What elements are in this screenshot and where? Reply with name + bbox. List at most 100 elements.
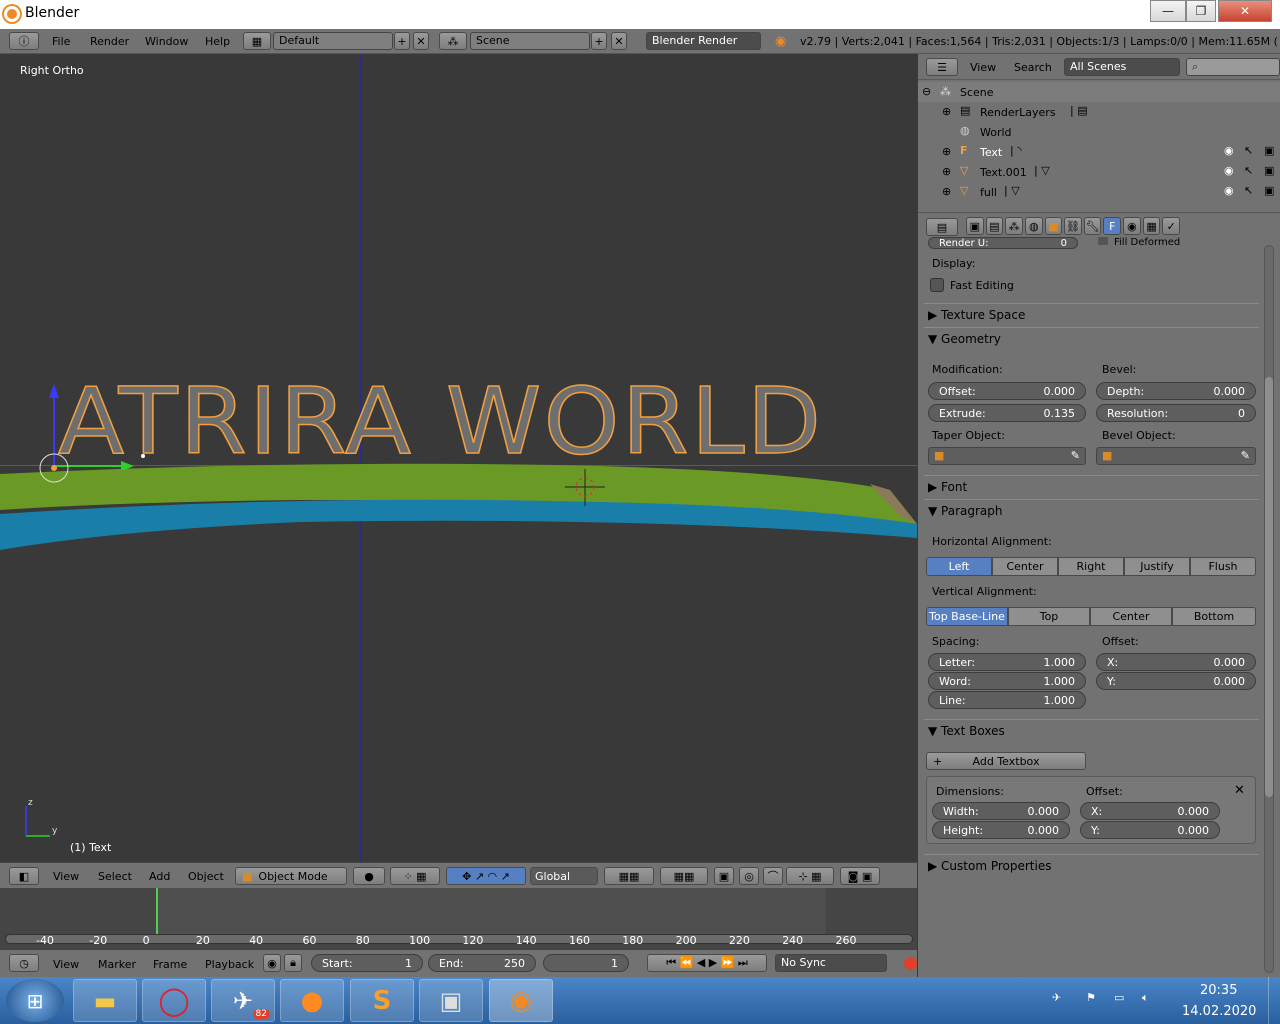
valign-top-button[interactable]: Top bbox=[1008, 607, 1090, 626]
tab-data[interactable]: F bbox=[1103, 217, 1122, 235]
editor-type-info-button[interactable]: ⓘ bbox=[9, 32, 39, 50]
resolution-field[interactable]: Resolution: 0 bbox=[1096, 404, 1256, 422]
valign-center-button[interactable]: Center bbox=[1090, 607, 1172, 626]
playback-menu[interactable]: Playback bbox=[205, 958, 254, 971]
halign-left-button[interactable]: Left bbox=[926, 557, 992, 576]
panel-texture-space[interactable]: ▶ Texture Space bbox=[924, 303, 1259, 325]
scene-remove-icon[interactable]: ✕ bbox=[611, 32, 627, 50]
show-desktop-button[interactable] bbox=[1268, 977, 1280, 1024]
add-menu[interactable]: Add bbox=[149, 870, 170, 883]
menu-help[interactable]: Help bbox=[205, 35, 230, 48]
outliner-row-full[interactable]: ⊕ ▽ full | ▽ ◉ ↖ ▣ bbox=[918, 182, 1280, 202]
outliner-row-text[interactable]: ⊕ F Text | ◝ ◉ ↖ ▣ bbox=[918, 142, 1280, 162]
outliner-search-input[interactable]: ⌕ bbox=[1186, 58, 1280, 76]
offset-y-field[interactable]: Y: 0.000 bbox=[1096, 672, 1256, 690]
textbox-y-field[interactable]: Y: 0.000 bbox=[1080, 821, 1220, 839]
editor-type-3d-button[interactable]: ◧ bbox=[9, 867, 39, 885]
3d-text-object[interactable]: ATRIRA WORLD bbox=[57, 375, 823, 469]
tab-physics[interactable]: ✓ bbox=[1162, 217, 1181, 235]
properties-scroll-thumb[interactable] bbox=[1265, 377, 1273, 797]
eyedropper-icon[interactable]: ✎ bbox=[1071, 449, 1080, 462]
taper-object-field[interactable]: ■ ✎ bbox=[928, 447, 1086, 465]
3d-viewport[interactable]: Right Ortho ATRIRA WORLD z y (1) Text bbox=[0, 54, 917, 862]
timeline-view-menu[interactable]: View bbox=[53, 958, 79, 971]
blender-taskbar-icon[interactable]: ◉ bbox=[489, 979, 553, 1022]
editor-type-outliner-button[interactable]: ☰ bbox=[926, 58, 958, 76]
valign-bottom-button[interactable]: Bottom bbox=[1172, 607, 1256, 626]
start-button[interactable]: ⊞ bbox=[6, 979, 64, 1022]
current-frame-field[interactable]: 1 bbox=[543, 954, 629, 972]
halign-justify-button[interactable]: Justify bbox=[1124, 557, 1190, 576]
tab-modifiers[interactable]: 🔧︎ bbox=[1083, 217, 1102, 235]
remove-textbox-icon[interactable]: ✕ bbox=[1234, 783, 1245, 798]
close-button[interactable]: ✕ bbox=[1218, 0, 1272, 22]
opera-icon[interactable]: ◯ bbox=[142, 979, 206, 1022]
view-menu[interactable]: View bbox=[53, 870, 79, 883]
tab-texture[interactable]: ▦ bbox=[1142, 217, 1161, 235]
playback-controls[interactable]: ⏮ ⏪ ◀ ▶ ⏩ ⏭ bbox=[647, 954, 767, 972]
menu-window[interactable]: Window bbox=[145, 35, 188, 48]
snap-target-icon[interactable]: ⊹ ▦ bbox=[786, 867, 834, 885]
panel-custom-properties[interactable]: ▶ Custom Properties bbox=[924, 854, 1259, 876]
proportional-edit-icon[interactable]: ◎ bbox=[739, 867, 759, 885]
outliner-view-menu[interactable]: View bbox=[970, 61, 996, 74]
textbox-width-field[interactable]: Width: 0.000 bbox=[932, 802, 1070, 820]
layout-grid-icon[interactable]: ▦ bbox=[243, 32, 271, 50]
sublime-text-icon[interactable]: S bbox=[350, 979, 414, 1022]
tab-constraints[interactable]: ⛓ bbox=[1064, 217, 1082, 235]
panel-text-boxes[interactable]: ▼ Text Boxes bbox=[924, 719, 1259, 741]
outliner-row-scene[interactable]: ⊖ ⁂ Scene bbox=[918, 82, 1280, 102]
pivot-select[interactable]: ⁘ ▦ bbox=[390, 867, 440, 885]
layers-grid-b[interactable]: ▦▦ bbox=[660, 867, 708, 885]
volume-tray-icon[interactable]: 🔈︎ bbox=[1142, 991, 1149, 1005]
visibility-eye-icon[interactable]: ◉ bbox=[1224, 164, 1234, 177]
panel-paragraph[interactable]: ▼ Paragraph bbox=[924, 499, 1259, 521]
flag-tray-icon[interactable]: ⚑ bbox=[1086, 991, 1096, 1004]
halign-flush-button[interactable]: Flush bbox=[1190, 557, 1256, 576]
tab-scene[interactable]: ⁂ bbox=[1005, 217, 1023, 235]
monitor-tray-icon[interactable]: ▭ bbox=[1114, 991, 1124, 1004]
lock-range-icon[interactable]: 🔒︎ bbox=[284, 954, 302, 972]
orientation-select[interactable]: Global bbox=[530, 867, 598, 885]
layout-name-field[interactable]: Default bbox=[273, 32, 393, 50]
tab-world[interactable]: ◍ bbox=[1024, 217, 1043, 235]
halign-center-button[interactable]: Center bbox=[992, 557, 1058, 576]
current-frame-line[interactable] bbox=[156, 888, 158, 934]
render-u-field[interactable]: Render U: 0 bbox=[928, 237, 1078, 249]
outliner-search-menu[interactable]: Search bbox=[1014, 61, 1052, 74]
scene-add-icon[interactable]: + bbox=[591, 32, 607, 50]
letter-spacing-field[interactable]: Letter: 1.000 bbox=[928, 653, 1086, 671]
scene-icon[interactable]: ⁂ bbox=[439, 32, 467, 50]
outliner-row-text001[interactable]: ⊕ ▽ Text.001 | ▽ ◉ ↖ ▣ bbox=[918, 162, 1280, 182]
outliner-filter-select[interactable]: All Scenes bbox=[1064, 58, 1180, 76]
layers-grid-a[interactable]: ▦▦ bbox=[604, 867, 654, 885]
depth-field[interactable]: Depth: 0.000 bbox=[1096, 382, 1256, 400]
offset-x-field[interactable]: X: 0.000 bbox=[1096, 653, 1256, 671]
select-arrow-icon[interactable]: ↖ bbox=[1244, 164, 1253, 177]
start-frame-field[interactable]: Start: 1 bbox=[311, 954, 423, 972]
screenshot-tool-icon[interactable]: ▣ bbox=[419, 979, 483, 1022]
scene-name-field[interactable]: Scene bbox=[470, 32, 590, 50]
end-frame-field[interactable]: End: 250 bbox=[428, 954, 536, 972]
select-menu[interactable]: Select bbox=[98, 870, 132, 883]
offset-field[interactable]: Offset: 0.000 bbox=[928, 382, 1086, 400]
frame-menu[interactable]: Frame bbox=[153, 958, 187, 971]
fill-deformed-checkbox[interactable]: Fill Deformed bbox=[1098, 237, 1180, 248]
clock-date[interactable]: 14.02.2020 bbox=[1182, 1004, 1256, 1019]
clock-time[interactable]: 20:35 bbox=[1200, 983, 1237, 998]
render-camera-icon[interactable]: ▣ bbox=[1264, 164, 1274, 177]
timeline[interactable]: -40 -20 0 20 40 60 80 100 120 140 160 180 200 220 240 2… bbox=[0, 888, 917, 950]
bevel-object-field[interactable]: ■ ✎ bbox=[1096, 447, 1256, 465]
halign-right-button[interactable]: Right bbox=[1058, 557, 1124, 576]
tab-render[interactable]: ▣ bbox=[966, 217, 984, 235]
firefox-icon[interactable]: ● bbox=[280, 979, 344, 1022]
tab-material[interactable]: ◉ bbox=[1123, 217, 1141, 235]
minimize-button[interactable]: — bbox=[1150, 0, 1186, 22]
maximize-button[interactable]: ❐ bbox=[1186, 0, 1216, 22]
properties-editor[interactable]: ▤ ▣ ▤ ⁂ ◍ ■ ⛓ 🔧︎ F ◉ ▦ ✓ Render U: 0 Fill… bbox=[918, 212, 1280, 977]
manipulator-toggle[interactable]: ✥ ↗ ◠ ↗ bbox=[446, 867, 526, 885]
word-spacing-field[interactable]: Word: 1.000 bbox=[928, 672, 1086, 690]
valign-top-baseline-button[interactable]: Top Base-Line bbox=[926, 607, 1008, 626]
viewport-shading-select[interactable]: ● bbox=[353, 867, 385, 885]
marker-menu[interactable]: Marker bbox=[98, 958, 136, 971]
